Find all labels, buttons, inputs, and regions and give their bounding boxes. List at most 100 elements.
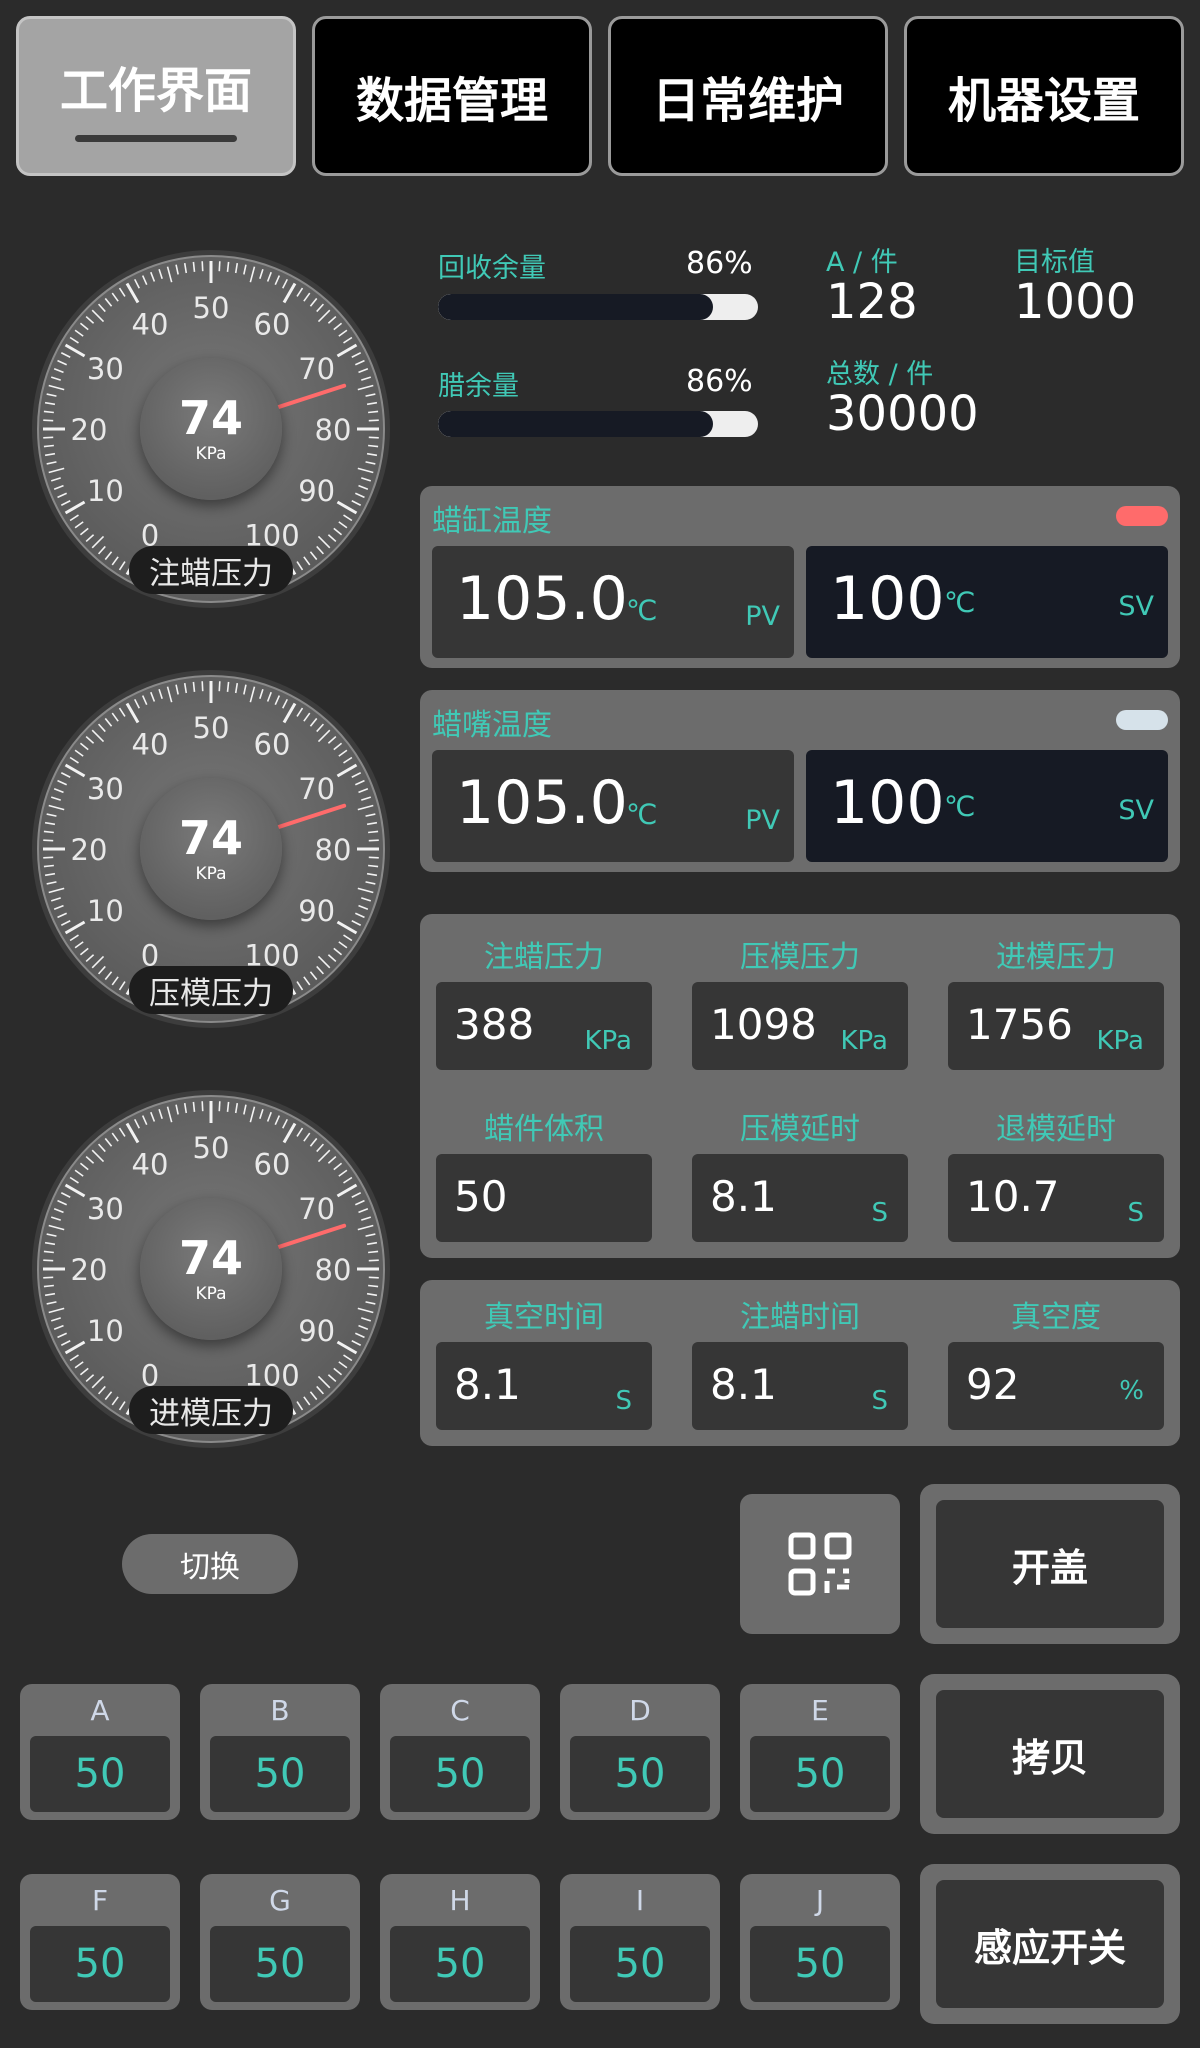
gauge-tick-label: 40: [132, 1147, 169, 1181]
qr-code-icon: [788, 1532, 852, 1596]
gauge-tick: [368, 830, 379, 834]
gauge-tick-label: 30: [87, 772, 124, 806]
gauge-tick: [43, 410, 54, 414]
gauge-tick-label: 90: [298, 894, 335, 928]
vacuum-time-field[interactable]: 8.1 S: [436, 1342, 652, 1430]
channel-value: 50: [570, 1926, 710, 2002]
sv-setpoint[interactable]: 100 ℃ SV: [806, 546, 1168, 658]
copy-label: 拷贝: [936, 1690, 1164, 1818]
param-value: 50: [454, 1172, 508, 1221]
sv-unit: ℃: [944, 790, 976, 823]
panel-title: 蜡缸温度: [432, 504, 552, 539]
gauge-tick-label: 90: [298, 1314, 335, 1348]
tab-work-interface[interactable]: 工作界面: [16, 16, 296, 176]
gauge-tick-label: 90: [298, 474, 335, 508]
channel-f[interactable]: F 50: [20, 1874, 180, 2010]
count-a-value: 128: [826, 274, 918, 330]
gauge-tick: [43, 436, 54, 439]
open-lid-label: 开盖: [936, 1500, 1164, 1628]
mold-press-pressure-field[interactable]: 1098 KPa: [692, 982, 908, 1070]
mold-press-delay-field[interactable]: 8.1 S: [692, 1154, 908, 1242]
gauge-tick-label: 10: [87, 894, 124, 928]
gauge-tick-label: 50: [193, 711, 230, 745]
gauge-tick: [43, 1284, 54, 1288]
gauge-tick: [368, 1276, 379, 1279]
copy-button[interactable]: 拷贝: [920, 1674, 1180, 1834]
tab-data-management[interactable]: 数据管理: [312, 16, 592, 176]
param-label: 真空时间: [484, 1300, 604, 1335]
gauge-tick: [368, 436, 379, 439]
channel-d[interactable]: D 50: [560, 1684, 720, 1820]
param-unit: KPa: [584, 1026, 633, 1056]
gauge-tick: [43, 830, 54, 834]
sensor-switch-button[interactable]: 感应开关: [920, 1864, 1180, 2024]
gauge-wax-injection-pressure: 0 10 20 30 40 50 60 70 80 90 100 74 KPa 注蜡压力: [30, 248, 392, 610]
open-lid-button[interactable]: 开盖: [920, 1484, 1180, 1644]
gauge-tick: [368, 864, 379, 868]
param-label: 退模延时: [996, 1112, 1116, 1147]
gauge-label: 注蜡压力: [129, 546, 293, 594]
process-params-panel: 注蜡压力 压模压力 进模压力 388 KPa 1098 KPa 1756 KPa…: [420, 914, 1180, 1258]
channel-value: 50: [750, 1926, 890, 2002]
panel-title: 蜡嘴温度: [432, 708, 552, 743]
mold-feed-pressure-field[interactable]: 1756 KPa: [948, 982, 1164, 1070]
tab-machine-settings[interactable]: 机器设置: [904, 16, 1184, 176]
tab-label: 工作界面: [59, 62, 252, 119]
qr-code-button[interactable]: [740, 1494, 900, 1634]
switch-button[interactable]: 切换: [122, 1534, 298, 1594]
vacuum-degree-field[interactable]: 92 %: [948, 1342, 1164, 1430]
injection-pressure-field[interactable]: 388 KPa: [436, 982, 652, 1070]
gauge-mold-press-pressure: 0 10 20 30 40 50 60 70 80 90 100 74 KPa 压模压力: [30, 668, 392, 1030]
gauge-center: 74 KPa: [140, 1198, 282, 1340]
channel-e[interactable]: E 50: [740, 1684, 900, 1820]
channel-a[interactable]: A 50: [20, 1684, 180, 1820]
gauge-tick: [43, 864, 54, 868]
channel-label: J: [815, 1884, 825, 1917]
gauge-tick: [218, 1101, 221, 1112]
switch-button-label: 切换: [180, 1550, 240, 1585]
param-unit: KPa: [1096, 1026, 1145, 1056]
param-label: 压模延时: [740, 1112, 860, 1147]
gauge-tick: [43, 444, 54, 448]
channel-value: 50: [210, 1926, 350, 2002]
gauge-tick: [201, 261, 204, 272]
channel-label: H: [449, 1884, 471, 1917]
gauge-tick: [368, 1259, 379, 1262]
param-unit: S: [615, 1386, 632, 1416]
gauge-tick-label: 30: [87, 352, 124, 386]
tab-label: 数据管理: [355, 73, 548, 129]
tab-label: 日常维护: [651, 73, 844, 129]
gauge-tick: [43, 1259, 54, 1262]
sensor-switch-label: 感应开关: [936, 1880, 1164, 2008]
channel-c[interactable]: C 50: [380, 1684, 540, 1820]
param-unit: S: [1127, 1198, 1144, 1228]
gauge-tick: [192, 681, 196, 692]
sv-setpoint[interactable]: 100 ℃ SV: [806, 750, 1168, 862]
channel-g[interactable]: G 50: [200, 1874, 360, 2010]
tab-daily-maintenance[interactable]: 日常维护: [608, 16, 888, 176]
gauge-tick: [43, 839, 54, 842]
injection-time-field[interactable]: 8.1 S: [692, 1342, 908, 1430]
pv-tag: PV: [745, 805, 780, 836]
wax-volume-field[interactable]: 50: [436, 1154, 652, 1242]
param-value: 8.1: [710, 1172, 777, 1221]
channel-j[interactable]: J 50: [740, 1874, 900, 2010]
channel-value: 50: [390, 1926, 530, 2002]
param-value: 92: [966, 1360, 1020, 1409]
gauge-tick-label: 20: [71, 413, 108, 447]
channel-value: 50: [30, 1736, 170, 1812]
param-value: 388: [454, 1000, 535, 1049]
demold-delay-field[interactable]: 10.7 S: [948, 1154, 1164, 1242]
channel-value: 50: [210, 1736, 350, 1812]
recycle-level-label: 回收余量: [438, 253, 546, 284]
channel-i[interactable]: I 50: [560, 1874, 720, 2010]
param-label: 蜡件体积: [484, 1112, 604, 1147]
channel-h[interactable]: H 50: [380, 1874, 540, 2010]
gauge-tick-label: 40: [132, 727, 169, 761]
gauge-tick: [368, 410, 379, 414]
param-unit: KPa: [840, 1026, 889, 1056]
channel-b[interactable]: B 50: [200, 1684, 360, 1820]
gauge-tick: [226, 681, 230, 692]
gauge-value: 74: [178, 811, 243, 865]
sv-value: 100: [830, 768, 945, 838]
